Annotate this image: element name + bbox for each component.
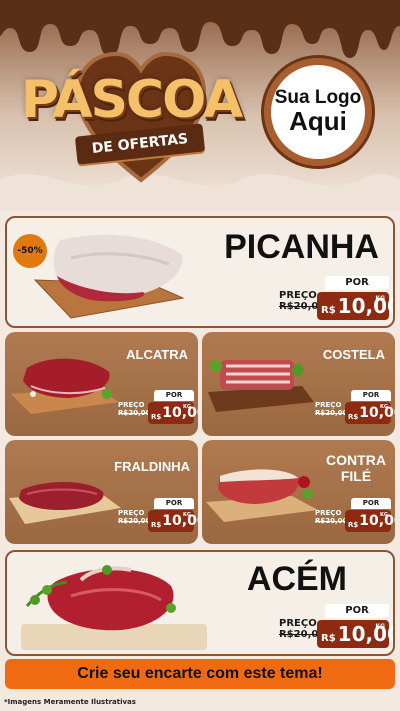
alcatra-meat-icon <box>11 358 119 414</box>
product-name: PICANHA <box>224 228 379 266</box>
fraldinha-meat-icon <box>9 481 121 524</box>
current-price: R$ 10,00 KG <box>148 510 198 532</box>
price-tag: POR PREÇO R$20,00 R$ 10,00 KG <box>279 276 393 320</box>
current-price: R$ 10,00 KG <box>345 510 395 532</box>
previous-price: PREÇO R$20,00 <box>118 509 151 525</box>
product-name-line-1: CONTRA <box>326 452 386 468</box>
product-card-contra-file[interactable]: CONTRA FILÉ POR PREÇO R$20,00 R$ 10,00 K… <box>202 440 395 544</box>
current-price: R$ 10,00 KG <box>148 402 198 424</box>
price-tag: POR PREÇO R$20,00 R$ 10,00 KG <box>118 498 198 532</box>
product-card-picanha[interactable]: -50% PICANHA POR PREÇO R$20,00 R$ 10,00 … <box>5 216 395 328</box>
logo-placeholder[interactable]: Sua Logo Aqui <box>264 58 372 166</box>
product-name: CONTRA FILÉ <box>321 452 391 484</box>
por-label: POR <box>154 390 194 401</box>
easter-title: PÁSCOA <box>20 70 243 130</box>
current-price: R$ 10,00 KG <box>345 402 395 424</box>
acem-meat-icon <box>21 565 207 650</box>
current-price: R$ 10,00 KG <box>317 292 393 320</box>
product-name: ALCATRA <box>126 347 188 362</box>
product-card-costela[interactable]: COSTELA POR PREÇO R$20,00 R$ 10,00 KG <box>202 332 395 436</box>
header-banner: PÁSCOA DE OFERTAS Sua Logo Aqui <box>0 0 400 210</box>
por-label: POR <box>325 276 389 290</box>
por-label: POR <box>351 390 391 401</box>
disclaimer-text: *Imagens Meramente Ilustrativas <box>4 698 136 706</box>
logo-line-1: Sua Logo <box>274 87 362 109</box>
price-tag: POR PREÇO R$20,00 R$ 10,00 KG <box>279 604 393 648</box>
contra-file-meat-icon <box>206 469 318 522</box>
product-name-line-2: FILÉ <box>340 468 372 485</box>
product-name: ACÉM <box>246 560 347 598</box>
por-label: POR <box>154 498 194 509</box>
current-price: R$ 10,00 KG <box>317 620 393 648</box>
product-name: FRALDINHA <box>114 459 190 474</box>
price-tag: POR PREÇO R$20,00 R$ 10,00 KG <box>315 498 395 532</box>
product-card-alcatra[interactable]: ALCATRA POR PREÇO R$20,00 R$ 10,00 KG <box>5 332 198 436</box>
previous-price: PREÇO R$20,00 <box>315 401 348 417</box>
previous-price: PREÇO R$20,00 <box>315 509 348 525</box>
easter-title-group: PÁSCOA DE OFERTAS <box>6 48 256 198</box>
picanha-meat-icon <box>33 234 185 319</box>
product-name: COSTELA <box>322 347 385 362</box>
logo-line-2: Aqui <box>289 106 347 137</box>
product-card-fraldinha[interactable]: FRALDINHA POR PREÇO R$20,00 R$ 10,00 KG <box>5 440 198 544</box>
por-label: POR <box>325 604 389 618</box>
price-tag: POR PREÇO R$20,00 R$ 10,00 KG <box>315 390 395 424</box>
por-label: POR <box>351 498 391 509</box>
price-tag: POR PREÇO R$20,00 R$ 10,00 KG <box>118 390 198 424</box>
product-card-acem[interactable]: ACÉM POR PREÇO R$20,00 R$ 10,00 KG <box>5 550 395 656</box>
costela-meat-icon <box>208 360 314 412</box>
cta-banner[interactable]: Crie seu encarte com este tema! <box>5 659 395 689</box>
previous-price: PREÇO R$20,00 <box>118 401 151 417</box>
